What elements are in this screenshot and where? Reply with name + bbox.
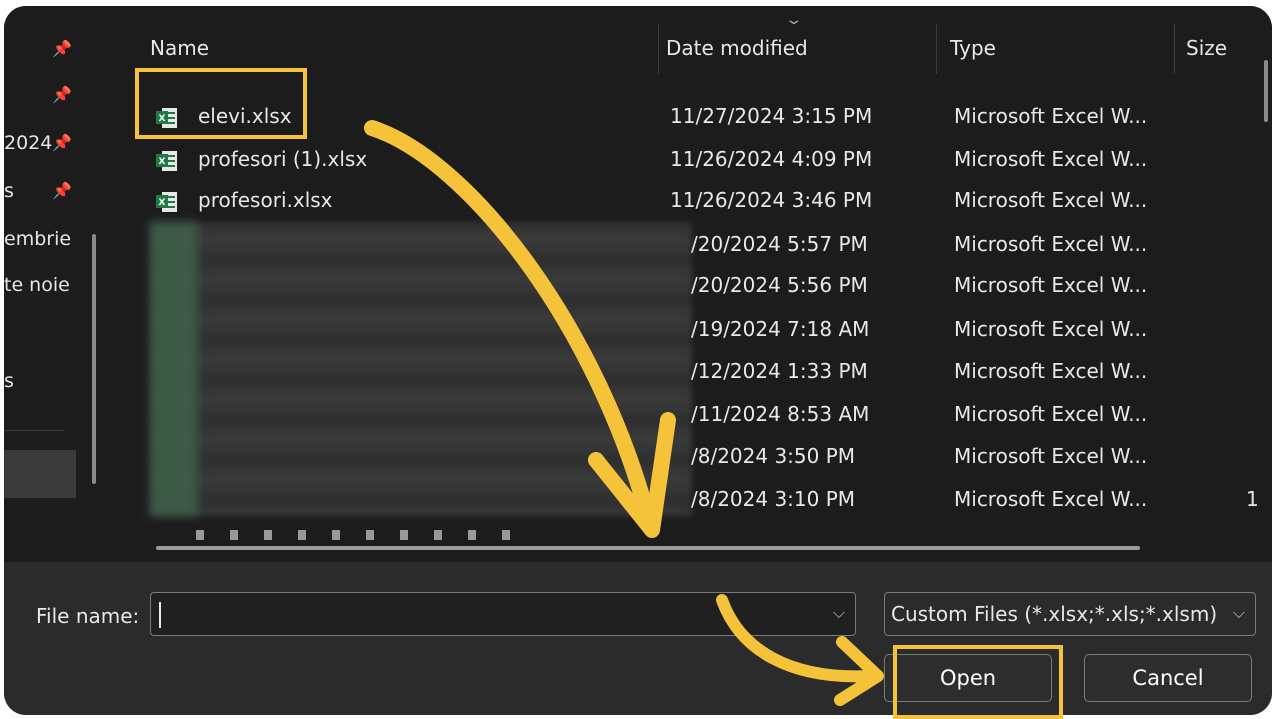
file-type: Microsoft Excel W... [954,232,1148,256]
chevron-down-icon[interactable]: ⌵ [833,603,845,623]
file-row-partial[interactable] [156,520,1176,542]
file-row[interactable]: /20/2024 5:56 PM Microsoft Excel W... [116,273,1256,313]
navigation-pane: 📌 📌 2024 📌 s 📌 embrie te noie s [4,6,117,562]
file-name: profesori (1).xlsx [198,147,368,171]
file-type: Microsoft Excel W... [954,188,1148,212]
sidebar-item-label: embrie [4,228,72,250]
column-header-date[interactable]: Date modified [666,36,808,60]
pin-icon: 📌 [52,85,72,104]
column-separator[interactable] [1174,24,1175,74]
file-type-filter-value: Custom Files (*.xlsx;*.xls;*.xlsm) [891,602,1218,626]
column-separator[interactable] [936,24,937,74]
sidebar-scrollbar[interactable] [92,234,96,484]
excel-file-icon: X [156,151,177,171]
file-type: Microsoft Excel W... [954,402,1148,426]
open-button[interactable]: Open [884,654,1052,702]
sidebar-item-selected[interactable] [4,450,76,498]
file-date: /11/2024 8:53 AM [691,402,870,426]
sidebar-divider [4,430,64,431]
file-date: /20/2024 5:57 PM [691,232,868,256]
sidebar-item-label: te noie [4,274,70,296]
column-header-name[interactable]: Name [150,36,209,60]
file-name: profesori.xlsx [198,188,333,212]
file-row[interactable]: /12/2024 1:33 PM Microsoft Excel W... [116,359,1256,399]
dialog-footer: File name: ⌵ Custom Files (*.xlsx;*.xls;… [4,562,1272,715]
sidebar-item[interactable]: 2024 📌 [4,130,104,160]
file-date: 11/26/2024 3:46 PM [670,188,873,212]
horizontal-scrollbar[interactable] [156,546,1140,550]
column-header-type[interactable]: Type [950,36,996,60]
sidebar-item[interactable]: 📌 [4,36,104,66]
column-separator[interactable] [658,24,659,74]
svg-text:X: X [159,157,166,167]
cancel-button[interactable]: Cancel [1084,654,1252,702]
pin-icon: 📌 [52,39,72,58]
pin-icon: 📌 [52,181,72,200]
excel-file-icon: X [156,192,177,212]
file-row[interactable]: /20/2024 5:57 PM Microsoft Excel W... [116,232,1256,272]
file-date: /20/2024 5:56 PM [691,273,868,297]
cut-off-text [196,530,536,540]
file-row[interactable]: /19/2024 7:18 AM Microsoft Excel W... [116,317,1256,357]
file-date: /12/2024 1:33 PM [691,359,868,383]
file-type: Microsoft Excel W... [954,487,1148,511]
file-date: /19/2024 7:18 AM [691,317,870,341]
file-type: Microsoft Excel W... [954,359,1148,383]
file-size: 1 [1246,487,1259,511]
file-row[interactable]: X elevi.xlsx 11/27/2024 3:15 PM Microsof… [116,104,1256,144]
file-type: Microsoft Excel W... [954,147,1148,171]
sidebar-item-label: 2024 [4,132,53,154]
file-name-label: File name: [36,604,140,628]
sidebar-item[interactable]: embrie [4,226,104,256]
sidebar-item-label: s [4,180,14,202]
sidebar-item[interactable]: s [4,368,104,398]
file-name: elevi.xlsx [198,104,292,128]
file-date: /8/2024 3:50 PM [691,444,856,468]
sidebar-item[interactable]: 📌 [4,82,104,112]
file-type: Microsoft Excel W... [954,317,1148,341]
file-date: 11/27/2024 3:15 PM [670,104,873,128]
vertical-scrollbar[interactable] [1264,60,1268,122]
svg-text:X: X [159,114,166,124]
column-header-row: Name ⌄ Date modified Type Size [116,6,1272,78]
column-header-size[interactable]: Size [1186,36,1227,60]
sort-chevron-icon: ⌄ [784,12,804,28]
text-caret [159,602,161,628]
sidebar-item-label: s [4,370,14,392]
pin-icon: 📌 [52,133,72,152]
file-type: Microsoft Excel W... [954,444,1148,468]
sidebar-item[interactable]: s 📌 [4,178,104,208]
file-name-combobox[interactable]: ⌵ [150,592,856,636]
file-type: Microsoft Excel W... [954,273,1148,297]
file-list: Name ⌄ Date modified Type Size X elevi.x… [116,6,1272,562]
file-row[interactable]: X profesori (1).xlsx 11/26/2024 4:09 PM … [116,147,1256,187]
chevron-down-icon: ⌵ [1232,603,1245,622]
sidebar-item[interactable]: te noie [4,272,104,302]
excel-file-icon: X [156,108,177,128]
file-type-filter-select[interactable]: Custom Files (*.xlsx;*.xls;*.xlsm) ⌵ [884,592,1256,636]
file-row[interactable]: /11/2024 8:53 AM Microsoft Excel W... [116,402,1256,442]
file-open-dialog: 📌 📌 2024 📌 s 📌 embrie te noie s Name ⌄ D… [4,6,1272,715]
file-row[interactable]: /8/2024 3:50 PM Microsoft Excel W... [116,444,1256,484]
file-date: 11/26/2024 4:09 PM [670,147,873,171]
file-type: Microsoft Excel W... [954,104,1148,128]
svg-text:X: X [159,198,166,208]
file-date: /8/2024 3:10 PM [691,487,856,511]
